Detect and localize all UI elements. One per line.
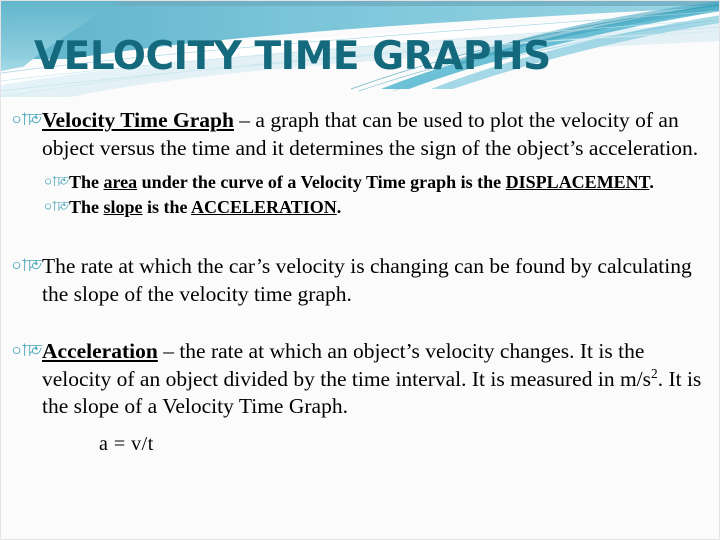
arabesque-bullet-icon: আ০ bbox=[11, 341, 42, 361]
text-part: The bbox=[69, 196, 104, 217]
arabesque-bullet-icon: আ০ bbox=[43, 174, 69, 190]
superscript-exponent: 2 bbox=[651, 365, 658, 381]
term-acceleration: Acceleration bbox=[42, 339, 158, 363]
slide-title: VELOCITY TIME GRAPHS bbox=[34, 34, 551, 79]
sub-bullet-text: The area under the curve of a Velocity T… bbox=[69, 170, 691, 195]
text-part: . bbox=[336, 196, 342, 217]
term-displacement: DISPLACEMENT bbox=[505, 172, 650, 192]
bullet-item-acceleration: আ০ Acceleration – the rate at which an o… bbox=[1, 338, 719, 421]
bullet-text: The rate at which the car’s velocity is … bbox=[42, 254, 692, 306]
arabesque-bullet-icon: আ০ bbox=[43, 198, 69, 215]
term-acceleration: ACCELERATION bbox=[191, 196, 337, 217]
sub-bullet-text: The slope is the ACCELERATION. bbox=[69, 195, 691, 220]
formula-acceleration: a = v/t bbox=[99, 432, 154, 455]
slide-body: আ০ Velocity Time Graph – a graph that ca… bbox=[1, 97, 719, 459]
bullet-item-velocity-time-graph: আ০ Velocity Time Graph – a graph that ca… bbox=[1, 107, 719, 162]
sub-bullet-item-slope-acceleration: আ০ The slope is the ACCELERATION. bbox=[1, 195, 719, 220]
bullet-text: Velocity Time Graph – a graph that can b… bbox=[42, 107, 703, 162]
slide: VELOCITY TIME GRAPHS আ০ Velocity Time Gr… bbox=[0, 0, 720, 540]
text-part: The bbox=[69, 172, 104, 192]
term-area: area bbox=[103, 172, 138, 192]
bullet-item-rate-of-change: আ০ The rate at which the car’s velocity … bbox=[1, 253, 719, 308]
term-velocity-time-graph: Velocity Time Graph bbox=[42, 108, 234, 132]
text-part: . bbox=[649, 172, 654, 192]
arabesque-bullet-icon: আ০ bbox=[11, 110, 42, 130]
bullet-text: Acceleration – the rate at which an obje… bbox=[42, 338, 703, 421]
arabesque-bullet-icon: আ০ bbox=[11, 256, 42, 276]
sub-bullet-item-area-displacement: আ০ The area under the curve of a Velocit… bbox=[1, 170, 719, 195]
text-part: is the bbox=[142, 196, 192, 217]
text-part: under the curve of a Velocity Time graph… bbox=[137, 172, 506, 192]
term-slope: slope bbox=[103, 196, 143, 217]
